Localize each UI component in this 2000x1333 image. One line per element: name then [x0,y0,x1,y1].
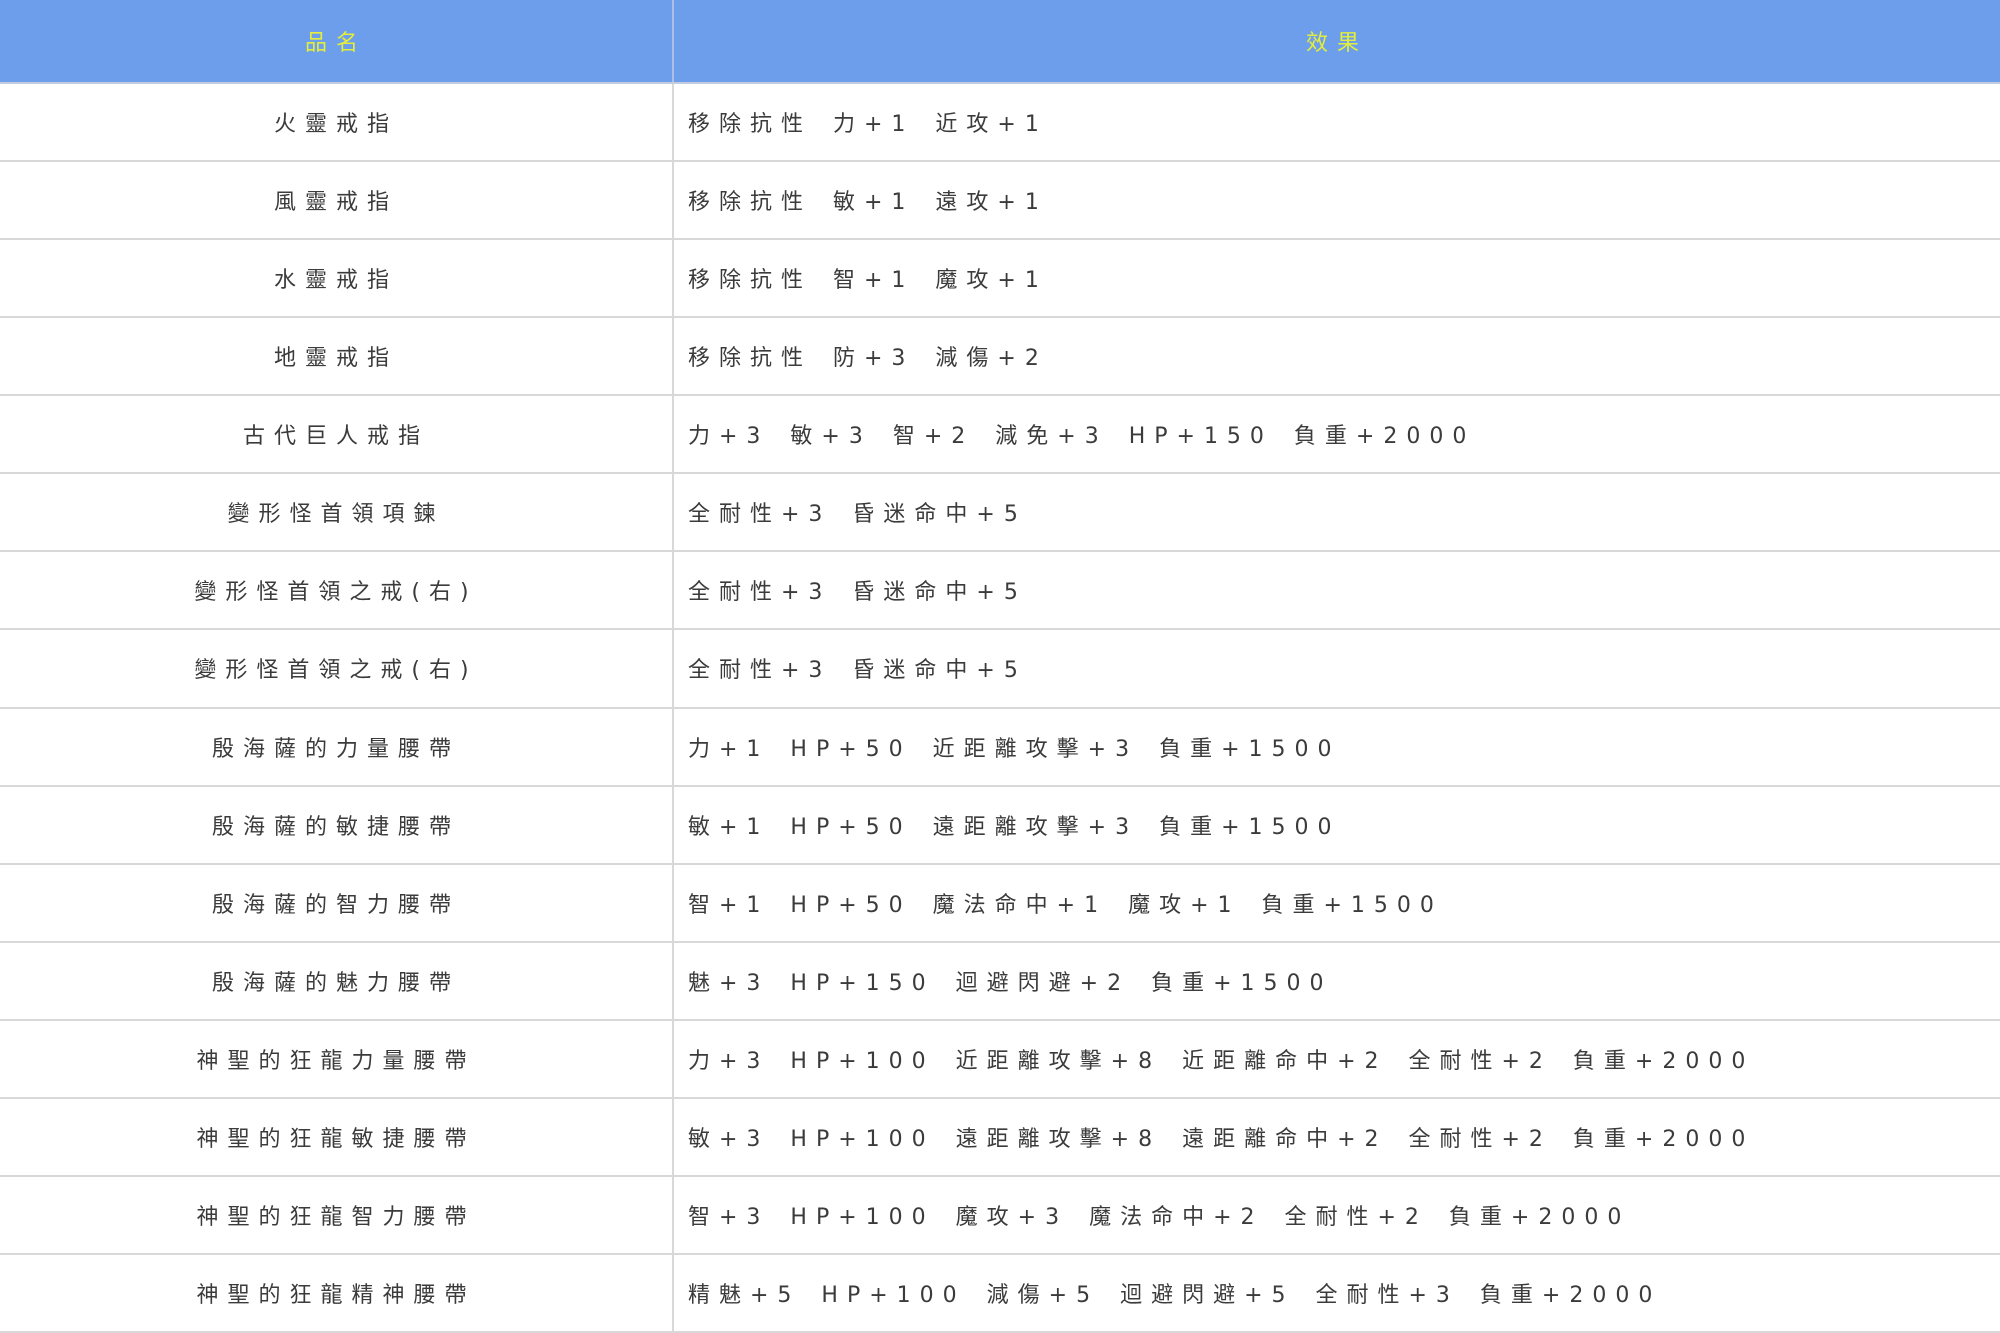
table-row: 殷海薩的敏捷腰帶敏+1 HP+50 遠距離攻擊+3 負重+1500 [0,785,2000,863]
item-effect-cell: 智+3 HP+100 魔攻+3 魔法命中+2 全耐性+2 負重+2000 [674,1177,2000,1253]
item-name-cell: 殷海薩的智力腰帶 [0,865,674,941]
item-effect-cell: 魅+3 HP+150 迴避閃避+2 負重+1500 [674,943,2000,1019]
table-row: 神聖的狂龍精神腰帶精魅+5 HP+100 減傷+5 迴避閃避+5 全耐性+3 負… [0,1253,2000,1331]
table-row: 殷海薩的力量腰帶力+1 HP+50 近距離攻擊+3 負重+1500 [0,707,2000,785]
item-effect-cell: 移除抗性 力+1 近攻+1 [674,84,2000,160]
table-row: 水靈戒指移除抗性 智+1 魔攻+1 [0,238,2000,316]
item-name-cell: 古代巨人戒指 [0,396,674,472]
item-effect-cell: 全耐性+3 昏迷命中+5 [674,552,2000,628]
table-row: 風靈戒指移除抗性 敏+1 遠攻+1 [0,160,2000,238]
item-effect-cell: 力+3 HP+100 近距離攻擊+8 近距離命中+2 全耐性+2 負重+2000 [674,1021,2000,1097]
item-name-cell: 水靈戒指 [0,240,674,316]
item-name-cell: 地靈戒指 [0,318,674,394]
item-name-cell: 神聖的狂龍精神腰帶 [0,1255,674,1331]
item-name-cell: 火靈戒指 [0,84,674,160]
table-row: 殷海薩的魅力腰帶魅+3 HP+150 迴避閃避+2 負重+1500 [0,941,2000,1019]
item-name-cell: 殷海薩的魅力腰帶 [0,943,674,1019]
item-effect-cell: 全耐性+3 昏迷命中+5 [674,474,2000,550]
table-row: 變形怪首領之戒(右)全耐性+3 昏迷命中+5 [0,550,2000,628]
item-name-cell: 變形怪首領之戒(右) [0,630,674,706]
column-header-effect: 效果 [674,0,2000,82]
item-name-cell: 神聖的狂龍敏捷腰帶 [0,1099,674,1175]
item-effect-cell: 移除抗性 敏+1 遠攻+1 [674,162,2000,238]
item-effect-cell: 移除抗性 智+1 魔攻+1 [674,240,2000,316]
item-name-cell: 變形怪首領之戒(右) [0,552,674,628]
item-effect-cell: 智+1 HP+50 魔法命中+1 魔攻+1 負重+1500 [674,865,2000,941]
item-effect-cell: 全耐性+3 昏迷命中+5 [674,630,2000,706]
table-row: 神聖的狂龍敏捷腰帶敏+3 HP+100 遠距離攻擊+8 遠距離命中+2 全耐性+… [0,1097,2000,1175]
item-name-cell: 殷海薩的力量腰帶 [0,709,674,785]
item-name-cell: 變形怪首領項鍊 [0,474,674,550]
item-effects-table: 品名 效果 火靈戒指移除抗性 力+1 近攻+1風靈戒指移除抗性 敏+1 遠攻+1… [0,0,2000,1333]
item-effect-cell: 敏+1 HP+50 遠距離攻擊+3 負重+1500 [674,787,2000,863]
item-effect-cell: 移除抗性 防+3 減傷+2 [674,318,2000,394]
table-body: 火靈戒指移除抗性 力+1 近攻+1風靈戒指移除抗性 敏+1 遠攻+1水靈戒指移除… [0,84,2000,1331]
item-name-cell: 神聖的狂龍智力腰帶 [0,1177,674,1253]
table-row: 變形怪首領項鍊全耐性+3 昏迷命中+5 [0,472,2000,550]
table-row: 神聖的狂龍智力腰帶智+3 HP+100 魔攻+3 魔法命中+2 全耐性+2 負重… [0,1175,2000,1253]
item-effect-cell: 力+3 敏+3 智+2 減免+3 HP+150 負重+2000 [674,396,2000,472]
table-row: 變形怪首領之戒(右)全耐性+3 昏迷命中+5 [0,628,2000,706]
table-row: 殷海薩的智力腰帶智+1 HP+50 魔法命中+1 魔攻+1 負重+1500 [0,863,2000,941]
table-header-row: 品名 效果 [0,0,2000,84]
table-row: 火靈戒指移除抗性 力+1 近攻+1 [0,84,2000,160]
table-row: 古代巨人戒指力+3 敏+3 智+2 減免+3 HP+150 負重+2000 [0,394,2000,472]
item-name-cell: 風靈戒指 [0,162,674,238]
item-effect-cell: 力+1 HP+50 近距離攻擊+3 負重+1500 [674,709,2000,785]
column-header-item-name: 品名 [0,0,674,82]
item-effect-cell: 敏+3 HP+100 遠距離攻擊+8 遠距離命中+2 全耐性+2 負重+2000 [674,1099,2000,1175]
table-row: 地靈戒指移除抗性 防+3 減傷+2 [0,316,2000,394]
item-effect-cell: 精魅+5 HP+100 減傷+5 迴避閃避+5 全耐性+3 負重+2000 [674,1255,2000,1331]
item-name-cell: 神聖的狂龍力量腰帶 [0,1021,674,1097]
item-name-cell: 殷海薩的敏捷腰帶 [0,787,674,863]
table-row: 神聖的狂龍力量腰帶力+3 HP+100 近距離攻擊+8 近距離命中+2 全耐性+… [0,1019,2000,1097]
